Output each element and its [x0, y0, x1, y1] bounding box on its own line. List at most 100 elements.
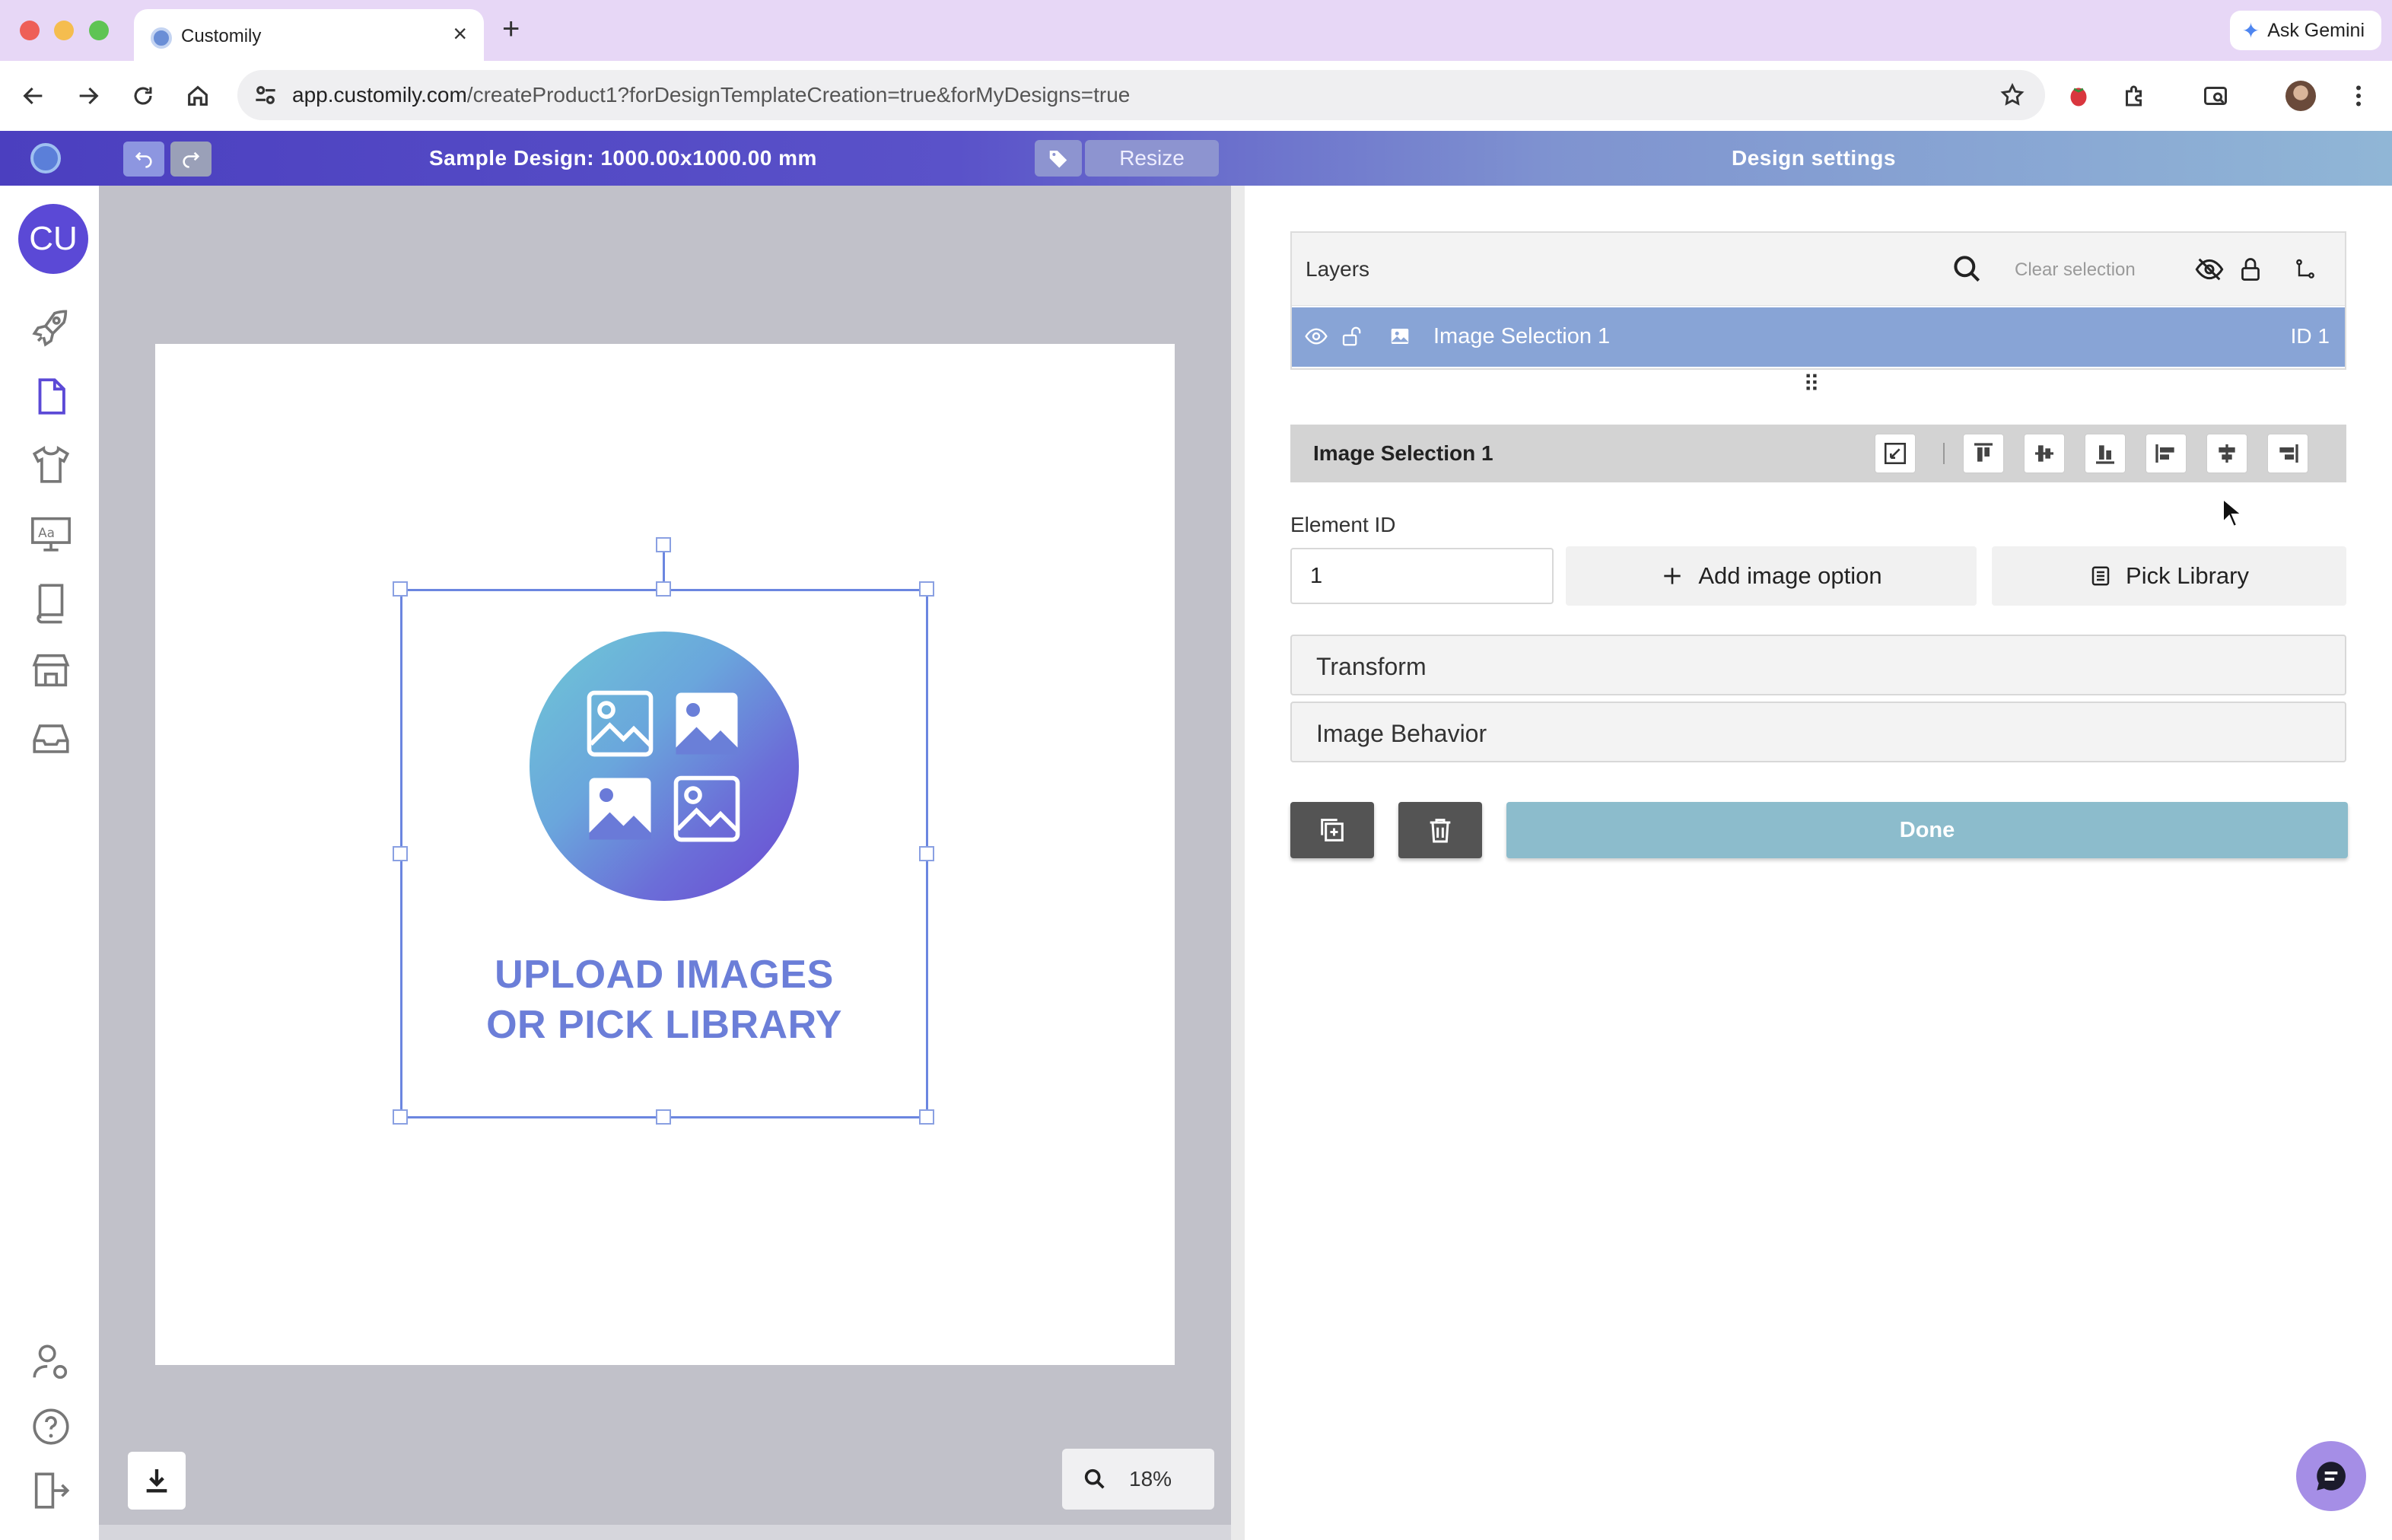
inbox-icon	[33, 724, 69, 753]
selection-box[interactable]	[400, 589, 928, 1118]
panel-resize-grip-icon[interactable]: ⠿	[1803, 371, 1820, 398]
layer-visibility-button[interactable]	[1301, 321, 1331, 352]
bookmark-star-icon[interactable]	[1999, 82, 2025, 108]
align-vertical-center-icon	[2035, 445, 2053, 462]
home-button[interactable]	[180, 78, 216, 114]
redo-icon	[183, 151, 200, 168]
duplicate-button[interactable]	[1290, 802, 1374, 858]
canvas-horizontal-scrollbar[interactable]	[99, 1525, 1231, 1540]
sidebar-item-orders[interactable]	[27, 715, 75, 762]
add-image-option-button[interactable]: Add image option	[1566, 546, 1977, 606]
align-top-button[interactable]	[1963, 434, 2004, 473]
layers-search-icon[interactable]	[1951, 253, 1984, 286]
customily-logo-icon[interactable]	[30, 143, 61, 173]
extensions-button[interactable]	[2117, 78, 2153, 114]
eye-off-icon	[2195, 258, 2224, 281]
arrow-left-icon	[23, 87, 43, 105]
layer-tree-button[interactable]	[2289, 253, 2322, 286]
element-title: Image Selection 1	[1313, 441, 1493, 465]
fit-canvas-button[interactable]	[1875, 434, 1916, 473]
panel-divider[interactable]	[1231, 186, 1245, 1540]
layer-row[interactable]: Image Selection 1 ID 1	[1292, 307, 2345, 367]
done-button[interactable]: Done	[1506, 802, 2348, 858]
reload-button[interactable]	[125, 78, 161, 114]
image-behavior-section[interactable]: Image Behavior	[1290, 702, 2346, 762]
arrow-right-icon	[79, 87, 99, 105]
trash-icon	[1430, 819, 1451, 843]
address-bar[interactable]: app.customily.com/createProduct1?forDesi…	[237, 70, 2045, 120]
window-zoom-button[interactable]	[89, 21, 109, 40]
align-left-button[interactable]	[2145, 434, 2187, 473]
resize-handle-bottom-right[interactable]	[919, 1109, 934, 1125]
resize-handle-top[interactable]	[656, 581, 671, 597]
resize-handle-right[interactable]	[919, 846, 934, 861]
pick-library-button[interactable]: Pick Library	[1992, 546, 2346, 606]
zoom-control[interactable]: 18%	[1062, 1449, 1214, 1510]
home-icon	[188, 85, 208, 106]
sidebar-item-design-tools[interactable]: Aa	[27, 510, 75, 557]
window-close-button[interactable]	[20, 21, 40, 40]
kebab-menu-icon	[2356, 85, 2361, 107]
back-button[interactable]	[15, 78, 52, 114]
browser-profile-avatar[interactable]	[2285, 81, 2316, 111]
sidebar-item-designs[interactable]	[27, 373, 75, 420]
user-avatar[interactable]: CU	[18, 204, 88, 274]
browser-menu-button[interactable]	[2340, 78, 2377, 114]
ask-gemini-button[interactable]: ✦ Ask Gemini	[2229, 11, 2381, 50]
redo-button[interactable]	[170, 142, 212, 177]
window-minimize-button[interactable]	[54, 21, 74, 40]
layer-lock-button[interactable]	[1336, 321, 1366, 352]
lock-icon	[2241, 258, 2260, 281]
tab-search-button[interactable]	[2197, 78, 2234, 114]
clear-selection-button[interactable]: Clear selection	[2015, 259, 2136, 281]
resize-handle-bottom-left[interactable]	[393, 1109, 408, 1125]
sidebar-item-catalog[interactable]	[27, 578, 75, 625]
element-id-label: Element ID	[1290, 513, 1396, 536]
sidebar-item-products[interactable]	[27, 441, 75, 488]
align-bottom-button[interactable]	[2085, 434, 2126, 473]
resize-handle-bottom[interactable]	[656, 1109, 671, 1125]
align-right-button[interactable]	[2267, 434, 2308, 473]
library-list-icon	[2091, 566, 2110, 586]
resize-handle-top-right[interactable]	[919, 581, 934, 597]
transform-section[interactable]: Transform	[1290, 635, 2346, 695]
expand-icon	[1884, 442, 1907, 465]
resize-handle-top-left[interactable]	[393, 581, 408, 597]
image-behavior-label: Image Behavior	[1316, 720, 1487, 747]
hide-all-button[interactable]	[2193, 253, 2226, 286]
browser-tab[interactable]: Customily ×	[134, 9, 484, 61]
sidebar-item-logout[interactable]	[27, 1467, 75, 1514]
lock-all-button[interactable]	[2234, 253, 2267, 286]
forward-button[interactable]	[70, 78, 107, 114]
align-center-button[interactable]	[2206, 434, 2247, 473]
download-button[interactable]	[128, 1452, 186, 1510]
url-text[interactable]: app.customily.com/createProduct1?forDesi…	[292, 83, 1130, 107]
site-settings-icon[interactable]	[251, 81, 280, 110]
left-sidebar: CU Aa	[0, 186, 99, 1540]
extension-strawberry-button[interactable]	[2060, 78, 2097, 114]
sidebar-item-help[interactable]	[27, 1403, 75, 1450]
element-toolbar: Image Selection 1	[1290, 425, 2346, 482]
sidebar-item-launch[interactable]	[27, 304, 75, 352]
sidebar-item-account[interactable]	[27, 1339, 75, 1386]
tab-title: Customily	[181, 26, 262, 46]
rotate-handle[interactable]	[656, 537, 671, 552]
download-icon	[146, 1469, 167, 1493]
ask-gemini-label: Ask Gemini	[2267, 19, 2365, 41]
undo-button[interactable]	[123, 142, 164, 177]
document-icon	[38, 378, 65, 415]
resize-button[interactable]: Resize	[1085, 140, 1219, 177]
new-tab-button[interactable]: +	[502, 14, 520, 44]
tag-button[interactable]	[1035, 140, 1082, 177]
delete-button[interactable]	[1398, 802, 1482, 858]
strawberry-icon	[2070, 88, 2087, 107]
sidebar-item-store[interactable]	[27, 647, 75, 694]
element-id-input[interactable]	[1290, 548, 1554, 604]
tab-close-icon[interactable]: ×	[453, 21, 467, 46]
support-chat-button[interactable]	[2296, 1441, 2366, 1511]
align-left-icon	[2155, 444, 2174, 463]
puzzle-icon	[2126, 85, 2142, 107]
layer-name: Image Selection 1	[1433, 324, 1611, 348]
align-middle-button[interactable]	[2024, 434, 2065, 473]
resize-handle-left[interactable]	[393, 846, 408, 861]
